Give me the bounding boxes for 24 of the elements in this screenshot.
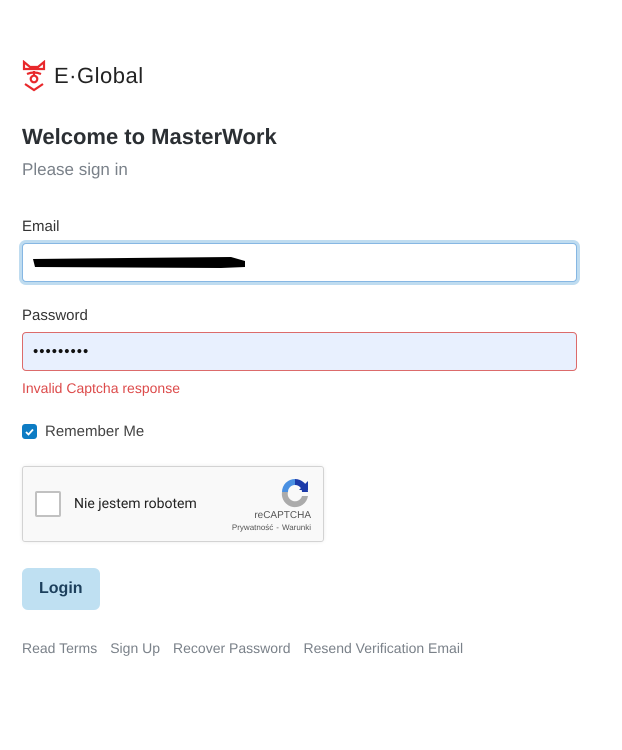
brand-name: E·Global (54, 63, 144, 89)
login-button[interactable]: Login (22, 568, 100, 610)
subtitle: Please sign in (22, 160, 129, 180)
field-label: Email (22, 218, 61, 235)
privacy-link[interactable]: Prywatność (232, 523, 274, 532)
terms-link[interactable]: Warunki (282, 523, 311, 532)
error-message: Invalid Captcha response (22, 380, 181, 396)
password-field[interactable]: ••••••••• (22, 332, 577, 371)
checkbox-label: Remember Me (45, 423, 144, 440)
checkbox[interactable] (22, 424, 37, 439)
captcha-label: Nie jestem robotem (74, 496, 197, 512)
captcha-brand: reCAPTCHA (254, 510, 311, 521)
footer-link[interactable]: Resend Verification Email (304, 640, 464, 656)
check-icon (25, 428, 34, 436)
page-title: Welcome to MasterWork (22, 124, 278, 150)
footer-link[interactable]: Sign Up (110, 640, 160, 656)
cat-logo-icon (22, 60, 46, 92)
email-field[interactable] (22, 243, 577, 282)
recaptcha-logo-icon (279, 476, 311, 508)
footer-link[interactable]: Recover Password (173, 640, 291, 656)
field-label: Password (22, 307, 89, 324)
separator: - (276, 523, 279, 532)
captcha-checkbox[interactable] (35, 491, 61, 517)
footer-link[interactable]: Read Terms (22, 640, 98, 656)
